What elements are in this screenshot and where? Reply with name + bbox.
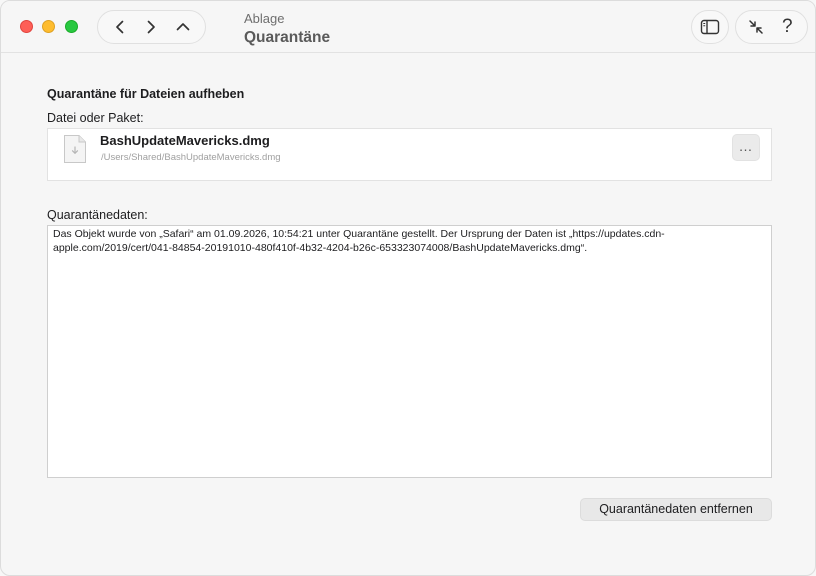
quarantine-data-textarea[interactable]: Das Objekt wurde von „Safari“ am 01.09.2… [47,225,772,478]
quarantine-data-label: Quarantänedaten: [47,208,148,222]
close-window-button[interactable] [20,20,33,33]
collapse-button[interactable] [742,13,770,41]
chevron-right-icon [148,20,156,34]
file-drop-box[interactable]: BashUpdateMavericks.dmg /Users/Shared/Ba… [47,128,772,181]
toggle-sidebar-button[interactable] [691,10,729,44]
file-path: /Users/Shared/BashUpdateMavericks.dmg [101,152,281,163]
disk-image-file-icon [64,135,86,163]
chevron-up-icon [176,23,190,31]
title-area: Ablage Quarantäne [244,11,330,48]
sidebar-icon [700,19,720,35]
forward-button[interactable] [137,13,165,41]
file-label: Datei oder Paket: [47,111,144,125]
maximize-window-button[interactable] [65,20,78,33]
title-bar: Ablage Quarantäne ? [1,1,815,53]
minimize-window-button[interactable] [42,20,55,33]
remove-quarantine-button[interactable]: Quarantänedaten entfernen [580,498,772,521]
up-button[interactable] [169,13,197,41]
section-title: Quarantäne für Dateien aufheben [47,87,245,101]
chevron-left-icon [115,20,124,34]
back-button[interactable] [106,13,134,41]
choose-file-button[interactable]: … [732,134,760,161]
collapse-arrows-icon [749,20,763,34]
breadcrumb: Ablage [244,11,285,26]
navigation-group [97,10,206,44]
file-name: BashUpdateMavericks.dmg [100,133,270,148]
app-window: Ablage Quarantäne ? Quarantäne für Datei… [0,0,816,576]
right-toolbar-group: ? [735,10,808,44]
help-button[interactable]: ? [773,13,801,41]
window-title: Quarantäne [244,29,331,46]
